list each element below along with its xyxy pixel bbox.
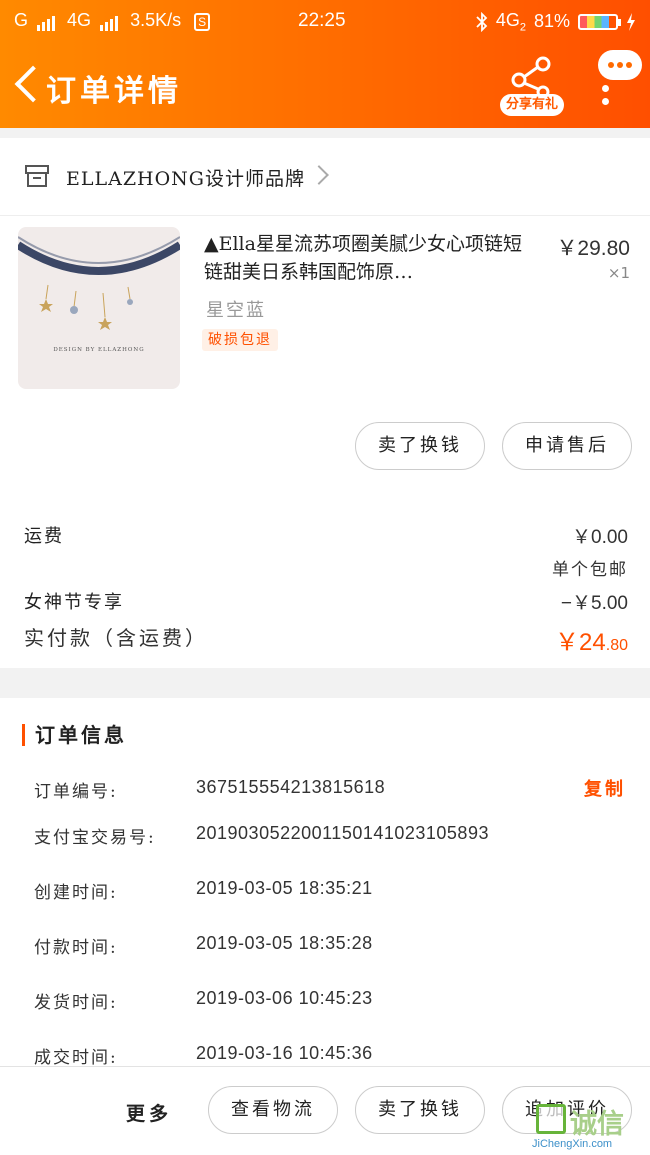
created-time-label: 创建时间: [34, 883, 118, 903]
store-name: ELLAZHONG设计师品牌 [66, 168, 305, 190]
copy-order-id-button[interactable]: 复制 [584, 775, 626, 801]
order-id-value: 367515554213815618 [196, 777, 386, 797]
order-item-card: ELLAZHONG设计师品牌 DESIGN BY ELLAZHONG ▲Ella… [0, 138, 650, 668]
signal-bars-icon [100, 10, 120, 31]
more-button[interactable]: 更多 [126, 1099, 172, 1126]
bluetooth-icon [476, 11, 488, 32]
completed-time-value: 2019-03-16 10:45:36 [196, 1043, 373, 1063]
page-title: 订单详情 [46, 74, 182, 109]
signal-bars-icon [37, 10, 57, 31]
shipping-value: ￥0.00 [572, 527, 628, 548]
sim-badge-icon: S [194, 13, 211, 31]
resell-bottom-button[interactable]: 卖了换钱 [355, 1086, 485, 1134]
necklace-image [18, 236, 180, 330]
app-header: G 4G 3.5K/s S 22:25 4G2 81% 订单详情 分享有礼 [0, 0, 650, 128]
total-value: ￥24.80 [555, 622, 628, 657]
nav-bar: 订单详情 分享有礼 [0, 44, 650, 128]
signal1-label: G [14, 10, 29, 30]
charging-icon [627, 12, 635, 31]
view-logistics-button[interactable]: 查看物流 [208, 1086, 338, 1134]
signal2-label: 4G [67, 10, 92, 30]
created-time-value: 2019-03-05 18:35:21 [196, 878, 373, 898]
shipped-time-label: 发货时间: [34, 993, 118, 1013]
watermark-url: JiChengXin.com [532, 1138, 613, 1150]
store-row[interactable]: ELLAZHONG设计师品牌 [0, 138, 650, 216]
return-policy-badge: 破损包退 [202, 329, 278, 351]
alipay-trade-label: 支付宝交易号: [34, 828, 156, 848]
product-image[interactable]: DESIGN BY ELLAZHONG [18, 227, 180, 389]
shipped-time-value: 2019-03-06 10:45:23 [196, 988, 373, 1008]
watermark-logo-icon [536, 1104, 566, 1134]
total-currency: ￥ [555, 629, 580, 656]
resell-button[interactable]: 卖了换钱 [355, 422, 485, 470]
battery-percent: 81% [533, 11, 570, 32]
chevron-right-icon [309, 165, 329, 185]
watermark-text: 诚信 [570, 1109, 624, 1140]
message-bubble-icon [598, 50, 642, 80]
signal-indicators: G 4G 3.5K/s S [14, 10, 211, 31]
network-type: 4G2 [495, 10, 526, 34]
product-quantity: ×1 [607, 264, 630, 282]
completed-time-label: 成交时间: [34, 1048, 118, 1066]
share-icon [511, 56, 551, 96]
status-bar: G 4G 3.5K/s S 22:25 4G2 81% [0, 0, 650, 44]
battery-icon [578, 13, 621, 30]
paid-time-value: 2019-03-05 18:35:28 [196, 933, 373, 953]
more-menu-button[interactable] [596, 50, 642, 110]
status-time: 22:25 [298, 10, 346, 31]
total-dec: .80 [605, 637, 628, 654]
promo-label: 女神节专享 [24, 592, 124, 613]
total-int: 24 [579, 629, 606, 656]
order-info-card: 订单信息 复制 订单编号: 367515554213815618 支付宝交易号:… [0, 698, 650, 1066]
shipping-note: 单个包邮 [552, 560, 628, 580]
back-button[interactable] [10, 62, 42, 106]
product-price: ￥29.80 [556, 237, 630, 260]
share-label: 分享有礼 [500, 94, 564, 116]
alipay-trade-value: 2019030522001150141023105893 [196, 823, 489, 843]
share-button[interactable]: 分享有礼 [500, 56, 564, 120]
order-info-title: 订单信息 [22, 724, 127, 746]
promo-value: −￥5.00 [560, 593, 628, 614]
paid-time-label: 付款时间: [34, 938, 118, 958]
watermark: 诚信 JiChengXin.com [528, 1102, 646, 1155]
network-speed: 3.5K/s [130, 10, 182, 30]
shipping-label: 运费 [24, 526, 64, 547]
product-sku: 星空蓝 [206, 300, 266, 321]
after-sale-button[interactable]: 申请售后 [502, 422, 632, 470]
brand-mark: DESIGN BY ELLAZHONG [53, 347, 145, 353]
store-icon [25, 165, 49, 187]
order-id-label: 订单编号: [34, 782, 118, 802]
total-label: 实付款（含运费） [24, 626, 208, 650]
product-title[interactable]: ▲Ella星星流苏项圈美腻少女心项链短链甜美日系韩国配饰原… [204, 230, 538, 286]
status-right: 4G2 81% [476, 10, 636, 34]
